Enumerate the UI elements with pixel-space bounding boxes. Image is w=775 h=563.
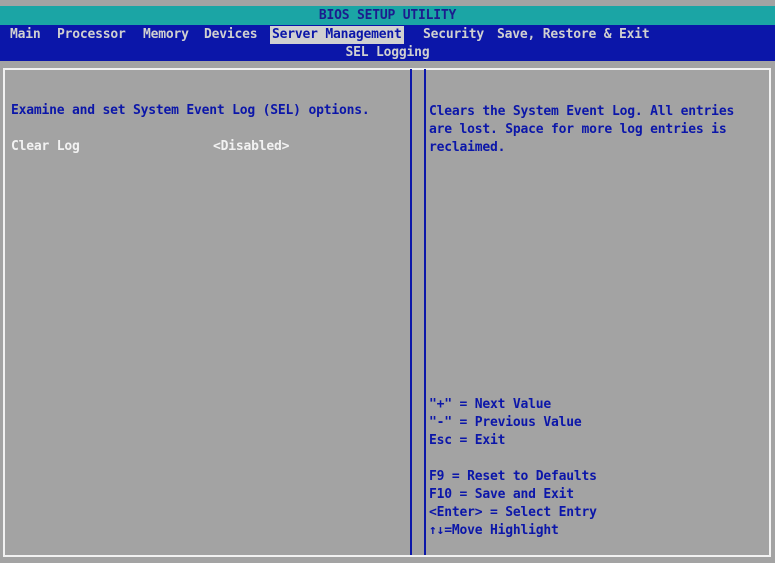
help-line: are lost. Space for more log entries is <box>429 122 727 137</box>
key-help-line: <Enter> = Select Entry <box>429 505 597 520</box>
key-help-line: F9 = Reset to Defaults <box>429 469 597 484</box>
tab-processor[interactable]: Processor <box>55 26 128 44</box>
page-subtitle: SEL Logging <box>345 45 430 60</box>
key-help-line: F10 = Save and Exit <box>429 487 574 502</box>
help-line: reclaimed. <box>429 140 506 155</box>
menu-bar: Main Processor Memory Devices Server Man… <box>0 25 775 61</box>
bios-title: BIOS SETUP UTILITY <box>318 8 457 23</box>
panel-divider-right <box>424 69 426 555</box>
page-description: Examine and set System Event Log (SEL) o… <box>11 103 370 118</box>
tab-security[interactable]: Security <box>421 26 486 44</box>
setting-label: Clear Log <box>11 139 80 154</box>
content-frame <box>3 68 771 557</box>
tab-save-restore-exit[interactable]: Save, Restore & Exit <box>495 26 652 44</box>
setting-value[interactable]: <Disabled> <box>213 139 289 154</box>
tab-memory[interactable]: Memory <box>141 26 191 44</box>
key-help-line: "-" = Previous Value <box>429 415 582 430</box>
tab-main[interactable]: Main <box>8 26 43 44</box>
panel-divider-left <box>410 69 412 555</box>
key-help-line: "+" = Next Value <box>429 397 552 412</box>
tab-devices[interactable]: Devices <box>202 26 259 44</box>
key-help-line: Esc = Exit <box>429 433 506 448</box>
tab-server-management[interactable]: Server Management <box>270 26 404 44</box>
help-line: Clears the System Event Log. All entries <box>429 104 735 119</box>
key-help-line: ↑↓=Move Highlight <box>429 523 559 538</box>
bios-title-bar: BIOS SETUP UTILITY <box>0 6 775 25</box>
